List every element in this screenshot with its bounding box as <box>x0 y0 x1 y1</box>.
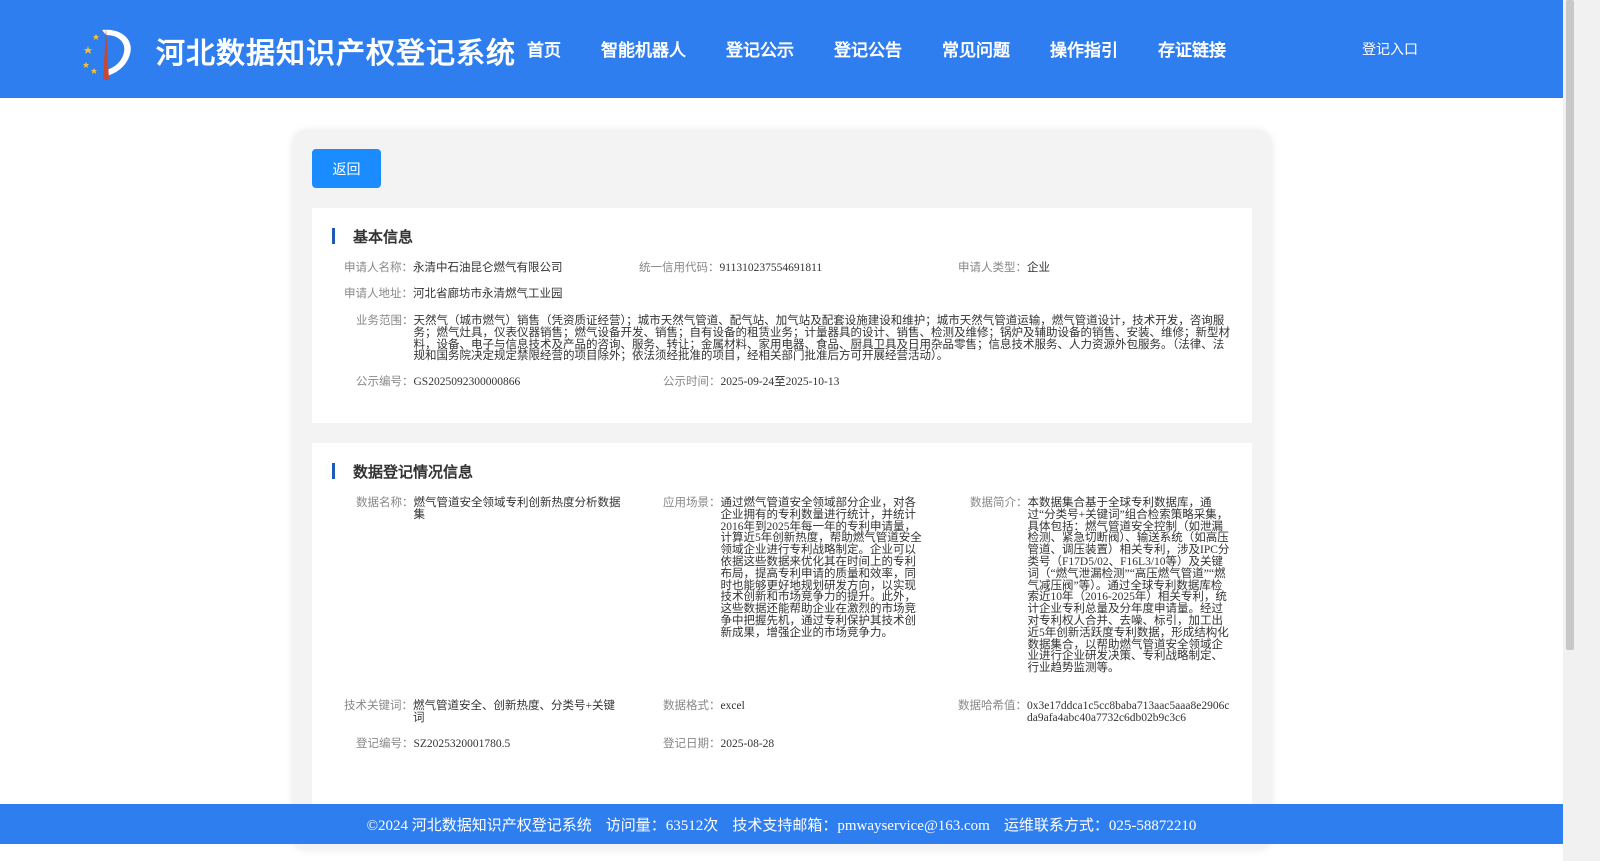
registration-number-field: 登记编号： SZ2025320001780.5 <box>356 738 511 751</box>
field-label: 数据格式： <box>663 700 721 712</box>
publicity-number-field: 公示编号： GS2025092300000866 <box>356 376 521 389</box>
section-accent-bar <box>332 228 335 244</box>
field-label: 申请人类型： <box>958 262 1027 274</box>
site-title: 河北数据知识产权登记系统 <box>156 36 517 70</box>
field-label: 数据简介： <box>970 497 1028 509</box>
section-title: 数据登记情况信息 <box>353 462 474 481</box>
main-nav: 首页 智能机器人 登记公示 登记公告 常见问题 操作指引 存证链接 <box>527 36 1266 61</box>
page-footer: ©2024 河北数据知识产权登记系统 访问量：63512次 技术支持邮箱：pmw… <box>0 804 1563 844</box>
section-header: 基本信息 <box>332 227 414 246</box>
field-label: 申请人名称： <box>344 262 413 274</box>
application-scenario-field: 应用场景： 通过燃气管道安全领域部分企业，对各企业拥有的专利数量进行统计，并统计… <box>663 497 923 640</box>
nav-announcement[interactable]: 登记公告 <box>834 36 902 61</box>
field-label: 统一信用代码： <box>639 262 720 274</box>
section-accent-bar <box>332 463 335 479</box>
data-format-field: 数据格式： excel <box>663 700 745 713</box>
field-value: 燃气管道安全领域专利创新热度分析数据集 <box>413 497 621 521</box>
data-intro-field: 数据简介： 本数据集合基于全球专利数据库，通过“分类号+关键词”组合检索策略采集… <box>970 497 1232 675</box>
login-link[interactable]: 登记入口 <box>1362 39 1418 59</box>
top-navigation-bar: 河北数据知识产权登记系统 首页 智能机器人 登记公示 登记公告 常见问题 操作指… <box>0 0 1563 98</box>
applicant-type-field: 申请人类型： 企业 <box>958 262 1050 275</box>
field-label: 公示时间： <box>663 376 721 388</box>
field-value: 0x3e17ddca1c5cc8baba713aac5aaa8e2906cda9… <box>1027 700 1230 724</box>
field-value: 河北省廊坊市永清燃气工业园 <box>413 288 563 300</box>
scrollbar-thumb[interactable] <box>1566 0 1574 650</box>
field-label: 登记日期： <box>663 738 721 750</box>
section-header: 数据登记情况信息 <box>332 462 474 481</box>
page-scrollbar[interactable] <box>1563 0 1600 861</box>
field-value: excel <box>720 700 745 712</box>
footer-visits: 访问量：63512次 <box>605 817 719 834</box>
field-value: SZ2025320001780.5 <box>413 738 511 750</box>
publicity-time-field: 公示时间： 2025-09-24至2025-10-13 <box>663 376 840 389</box>
tech-keywords-field: 技术关键词： 燃气管道安全、创新热度、分类号+关键词 <box>344 700 621 725</box>
footer-email: 技术支持邮箱：pmwayservice@163.com <box>732 817 990 834</box>
field-value: 2025-09-24至2025-10-13 <box>720 376 840 388</box>
field-value: 本数据集合基于全球专利数据库，通过“分类号+关键词”组合检索策略采集，具体包括：… <box>1027 497 1230 675</box>
nav-evidence-link[interactable]: 存证链接 <box>1158 36 1226 61</box>
nav-publicity[interactable]: 登记公示 <box>726 36 794 61</box>
detail-card: 返回 基本信息 申请人名称： 永清中石油昆仑燃气有限公司 统一信用代码： 911… <box>292 130 1272 850</box>
credit-code-field: 统一信用代码： 911310237554691811 <box>639 262 823 275</box>
data-name-field: 数据名称： 燃气管道安全领域专利创新热度分析数据集 <box>356 497 621 522</box>
footer-phone: 运维联系方式：025-58872210 <box>1003 817 1197 834</box>
spire-logo-icon <box>83 28 131 80</box>
field-value: 911310237554691811 <box>719 262 823 274</box>
nav-guide[interactable]: 操作指引 <box>1050 36 1118 61</box>
basic-info-section: 基本信息 申请人名称： 永清中石油昆仑燃气有限公司 统一信用代码： 911310… <box>312 208 1252 423</box>
applicant-name-field: 申请人名称： 永清中石油昆仑燃气有限公司 <box>344 262 563 275</box>
field-value: 2025-08-28 <box>720 738 775 750</box>
field-value: GS2025092300000866 <box>413 376 521 388</box>
field-value: 天然气（城市燃气）销售（凭资质证经营）；城市天然气管道、配气站、加气站及配套设施… <box>413 315 1231 363</box>
back-button[interactable]: 返回 <box>312 149 381 188</box>
nav-robot[interactable]: 智能机器人 <box>601 36 686 61</box>
field-label: 公示编号： <box>356 376 414 388</box>
field-label: 登记编号： <box>356 738 414 750</box>
data-hash-field: 数据哈希值： 0x3e17ddca1c5cc8baba713aac5aaa8e2… <box>958 700 1234 725</box>
field-value: 永清中石油昆仑燃气有限公司 <box>413 262 563 274</box>
applicant-address-field: 申请人地址： 河北省廊坊市永清燃气工业园 <box>344 288 563 301</box>
registration-info-section: 数据登记情况信息 数据名称： 燃气管道安全领域专利创新热度分析数据集 应用场景：… <box>312 443 1252 833</box>
nav-faq[interactable]: 常见问题 <box>942 36 1010 61</box>
field-label: 技术关键词： <box>344 700 413 712</box>
field-value: 企业 <box>1027 262 1050 274</box>
business-scope-field: 业务范围： 天然气（城市燃气）销售（凭资质证经营）；城市天然气管道、配气站、加气… <box>356 315 1232 363</box>
field-label: 数据名称： <box>356 497 414 509</box>
field-label: 申请人地址： <box>344 288 413 300</box>
field-value: 燃气管道安全、创新热度、分类号+关键词 <box>413 700 615 724</box>
field-label: 业务范围： <box>356 315 414 327</box>
field-label: 数据哈希值： <box>958 700 1027 712</box>
section-title: 基本信息 <box>353 227 414 246</box>
field-value: 通过燃气管道安全领域部分企业，对各企业拥有的专利数量进行统计，并统计2016年到… <box>720 497 922 639</box>
field-label: 应用场景： <box>663 497 721 509</box>
footer-copyright: ©2024 河北数据知识产权登记系统 <box>366 817 592 834</box>
registration-date-field: 登记日期： 2025-08-28 <box>663 738 775 751</box>
nav-home[interactable]: 首页 <box>527 36 561 61</box>
